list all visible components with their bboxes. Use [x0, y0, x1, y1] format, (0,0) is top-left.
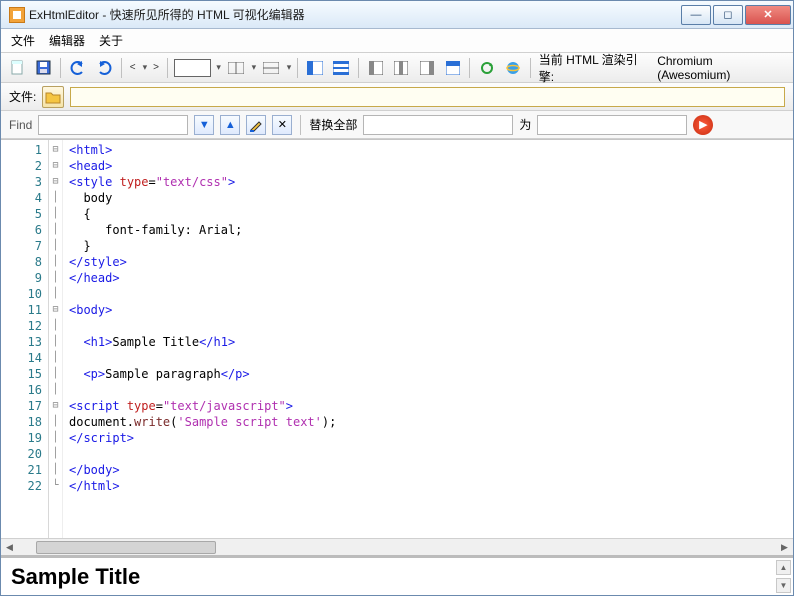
find-prev-button[interactable]: ▲ [220, 115, 240, 135]
nav-forward-button[interactable]: > [151, 62, 161, 73]
highlight-button[interactable] [246, 115, 266, 135]
engine-value: Chromium (Awesomium) [657, 54, 787, 82]
replace-to-label: 为 [519, 116, 531, 133]
redo-button[interactable] [93, 57, 115, 79]
separator [358, 58, 359, 78]
pane-c-button[interactable] [416, 57, 438, 79]
main-toolbar: < ▾ > ▾ ▾ ▾ 当前 HTML 渲染引擎: Chromium (Awes… [1, 53, 793, 83]
refresh-button[interactable] [476, 57, 498, 79]
engine-label: 当前 HTML 渲染引擎: [539, 51, 651, 85]
minimize-button[interactable]: — [681, 5, 711, 25]
find-next-button[interactable]: ▼ [194, 115, 214, 135]
scroll-thumb[interactable] [36, 541, 216, 554]
layout-2-button[interactable] [260, 57, 282, 79]
code-editor[interactable]: 12345678910111213141516171819202122 ⊟⊟⊟│… [1, 139, 793, 538]
line-number-gutter: 12345678910111213141516171819202122 [1, 140, 49, 538]
open-file-button[interactable] [42, 86, 64, 108]
preview-vertical-scrollbar[interactable]: ▲ ▼ [776, 560, 791, 593]
menu-file[interactable]: 文件 [11, 32, 35, 49]
pane-rows-button[interactable] [330, 57, 352, 79]
undo-button[interactable] [67, 57, 89, 79]
color-picker[interactable] [174, 59, 211, 77]
separator [469, 58, 470, 78]
separator [300, 115, 301, 135]
close-button[interactable]: ✕ [745, 5, 791, 25]
menubar: 文件 编辑器 关于 [1, 29, 793, 53]
replace-to-input[interactable] [537, 115, 687, 135]
separator [121, 58, 122, 78]
replace-go-button[interactable]: ▶ [693, 115, 713, 135]
scroll-down-icon[interactable]: ▼ [776, 578, 791, 593]
fold-column[interactable]: ⊟⊟⊟│││││││⊟│││││⊟││││└ [49, 140, 63, 538]
separator [60, 58, 61, 78]
separator [167, 58, 168, 78]
maximize-button[interactable]: ◻ [713, 5, 743, 25]
layout-1-button[interactable] [225, 57, 247, 79]
clear-find-button[interactable]: ✕ [272, 115, 292, 135]
scroll-up-icon[interactable]: ▲ [776, 560, 791, 575]
scroll-left-icon[interactable]: ◀ [1, 539, 18, 556]
find-input[interactable] [38, 115, 188, 135]
app-window: ExHtmlEditor - 快速所见所得的 HTML 可视化编辑器 — ◻ ✕… [0, 0, 794, 596]
pane-a-button[interactable] [365, 57, 387, 79]
pane-left-button[interactable] [304, 57, 326, 79]
new-file-button[interactable] [7, 57, 29, 79]
browser-ie-button[interactable] [502, 57, 524, 79]
window-title: ExHtmlEditor - 快速所见所得的 HTML 可视化编辑器 [29, 6, 681, 23]
separator [530, 58, 531, 78]
find-label: Find [9, 118, 32, 132]
menu-editor[interactable]: 编辑器 [49, 32, 85, 49]
scroll-right-icon[interactable]: ▶ [776, 539, 793, 556]
titlebar: ExHtmlEditor - 快速所见所得的 HTML 可视化编辑器 — ◻ ✕ [1, 1, 793, 29]
save-button[interactable] [33, 57, 55, 79]
file-toolbar: 文件: [1, 83, 793, 111]
pane-b-button[interactable] [390, 57, 412, 79]
app-icon [9, 7, 25, 23]
nav-back-dropdown[interactable]: ▾ [143, 62, 148, 73]
separator [297, 58, 298, 78]
preview-heading: Sample Title [11, 564, 140, 590]
layout-1-dropdown[interactable]: ▾ [252, 62, 257, 73]
replace-all-label: 替换全部 [309, 116, 357, 133]
menu-about[interactable]: 关于 [99, 32, 123, 49]
file-label: 文件: [9, 88, 36, 105]
pane-d-button[interactable] [442, 57, 464, 79]
color-dropdown[interactable]: ▾ [216, 62, 221, 73]
nav-back-button[interactable]: < [128, 62, 138, 73]
code-area[interactable]: <html> <head> <style type="text/css"> bo… [63, 140, 793, 538]
find-replace-bar: Find ▼ ▲ ✕ 替换全部 为 ▶ [1, 111, 793, 139]
horizontal-scrollbar[interactable]: ◀ ▶ [1, 538, 793, 555]
layout-2-dropdown[interactable]: ▾ [287, 62, 292, 73]
preview-pane: Sample Title ▲ ▼ [1, 555, 793, 595]
replace-from-input[interactable] [363, 115, 513, 135]
file-path-input[interactable] [70, 87, 785, 107]
